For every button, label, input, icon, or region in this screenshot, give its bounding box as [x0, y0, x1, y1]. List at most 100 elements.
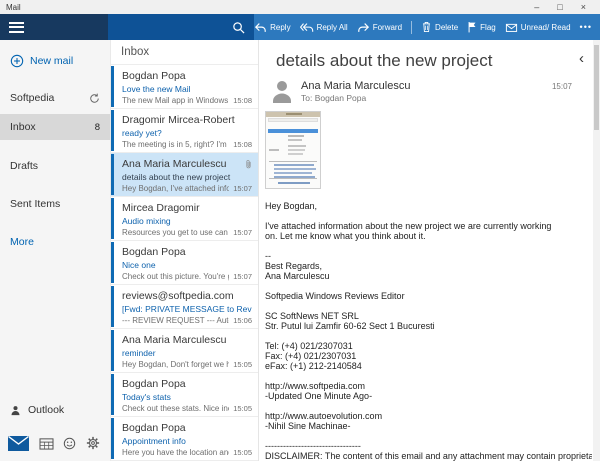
email-time: 15:07 [551, 82, 572, 91]
message-list-pane: Inbox Bogdan Popa Love the new Mail The … [110, 40, 258, 461]
body-line: http://www.softpedia.com [265, 381, 366, 391]
flag-icon [467, 21, 477, 33]
sidebar-item-more[interactable]: More [0, 230, 110, 254]
minimize-button[interactable]: – [534, 2, 539, 12]
unread-indicator [111, 242, 114, 283]
message-subject: ready yet? [122, 128, 162, 138]
message-list-item[interactable]: Bogdan Popa Appointment info Here you ha… [111, 417, 258, 461]
message-preview: Check out these stats. Nice increase tod… [122, 404, 229, 413]
new-mail-button[interactable]: New mail [0, 49, 110, 73]
message-time: 15:07 [233, 228, 252, 237]
toolbar-divider [411, 20, 413, 34]
outlook-account[interactable]: Outlook [0, 398, 110, 422]
message-sender: Mircea Dragomir [122, 202, 200, 214]
message-time: 15:07 [233, 272, 252, 281]
message-time: 15:08 [233, 140, 252, 149]
paperclip-icon [245, 159, 252, 170]
settings-gear-icon[interactable] [86, 436, 100, 450]
message-list: Bogdan Popa Love the new Mail The new Ma… [111, 65, 258, 461]
feedback-smiley-icon[interactable] [63, 437, 76, 450]
message-preview: The meeting is in 5, right? I'm already … [122, 140, 229, 149]
body-line [265, 401, 592, 411]
message-list-item[interactable]: Dragomir Mircea-Robert ready yet? The me… [111, 109, 258, 153]
sidebar-item-inbox[interactable]: Inbox 8 [0, 114, 110, 140]
message-sender: reviews@softpedia.com [122, 290, 234, 302]
message-subject: [Fwd: PRIVATE MESSAGE to Reviews from [122, 304, 252, 314]
body-line: Hey Bogdan, [265, 201, 318, 211]
sidebar-item-drafts[interactable]: Drafts [0, 154, 110, 178]
body-line [265, 241, 592, 251]
reply-all-button[interactable]: Reply All [299, 22, 348, 33]
message-list-item[interactable]: Ana Maria Marculescu reminder Hey Bogdan… [111, 329, 258, 373]
sync-icon[interactable] [89, 93, 100, 104]
reading-scrollbar[interactable] [593, 40, 600, 461]
body-line: SC SoftNews NET SRL [265, 311, 359, 321]
unread-read-button[interactable]: Unread/ Read [505, 22, 571, 33]
message-sender: Ana Maria Marculescu [122, 158, 227, 170]
email-body: Hey Bogdan, I've attached information ab… [259, 201, 600, 461]
message-list-item[interactable]: Ana Maria Marculescu details about the n… [111, 153, 258, 197]
body-line [265, 431, 592, 441]
message-subject: Appointment info [122, 436, 186, 446]
search-icon[interactable] [232, 21, 245, 34]
sidebar-item-sent-items[interactable]: Sent Items [0, 192, 110, 216]
nav-bar-section [0, 14, 109, 40]
message-sender: Bogdan Popa [122, 70, 186, 82]
message-list-item[interactable]: Bogdan Popa Today's stats Check out thes… [111, 373, 258, 417]
reply-icon [254, 22, 267, 33]
message-time: 15:05 [233, 448, 252, 457]
unread-indicator [111, 374, 114, 415]
message-preview: Here you have the location and the time … [122, 448, 229, 457]
unread-indicator [111, 286, 114, 327]
mail-app-icon[interactable] [8, 435, 29, 451]
message-sender: Bogdan Popa [122, 246, 186, 258]
flag-button[interactable]: Flag [467, 21, 496, 33]
account-softpedia[interactable]: Softpedia [0, 86, 110, 110]
window-title: Mail [6, 2, 21, 12]
reply-all-icon [299, 22, 314, 33]
message-list-item[interactable]: reviews@softpedia.com [Fwd: PRIVATE MESS… [111, 285, 258, 329]
sender-avatar [271, 80, 293, 103]
body-line: Tel: (+4) 021/2307031 [265, 341, 353, 351]
body-line: -Nihil Sine Machinae- [265, 421, 351, 431]
collapse-chevron-icon[interactable]: ‹ [579, 51, 584, 66]
message-time: 15:05 [233, 404, 252, 413]
forward-icon [357, 22, 370, 33]
message-time: 15:08 [233, 96, 252, 105]
message-subject: Today's stats [122, 392, 171, 402]
unread-indicator [111, 66, 114, 107]
hamburger-menu-icon[interactable] [9, 21, 24, 33]
command-bar: Reply Reply All Forward Delete Flag Unre… [0, 14, 600, 40]
message-preview: Check out this picture. You're gonna lov… [122, 272, 229, 281]
unread-indicator [111, 110, 114, 151]
attachment-preview[interactable] [265, 111, 321, 189]
plus-circle-icon [10, 54, 24, 68]
unread-envelope-icon [505, 22, 518, 33]
message-subject: Nice one [122, 260, 156, 270]
body-line: Ana Marculescu [265, 271, 330, 281]
body-line: -Updated One Minute Ago- [265, 391, 373, 401]
message-time: 15:07 [233, 184, 252, 193]
delete-button[interactable]: Delete [421, 21, 458, 33]
message-preview: Hey Bogdan, Don't forget we have a meet [122, 360, 229, 369]
message-list-item[interactable]: Bogdan Popa Love the new Mail The new Ma… [111, 65, 258, 109]
maximize-button[interactable]: □ [557, 2, 562, 12]
forward-button[interactable]: Forward [357, 22, 402, 33]
close-button[interactable]: × [581, 2, 586, 12]
body-line: -------------------------------- [265, 441, 361, 451]
more-options-icon[interactable]: ••• [580, 22, 592, 32]
reply-button[interactable]: Reply [254, 22, 291, 33]
unread-indicator [111, 154, 114, 195]
message-subject: details about the new project [122, 172, 231, 182]
message-subject: reminder [122, 348, 156, 358]
message-list-item[interactable]: Mircea Dragomir Audio mixing Resources y… [111, 197, 258, 241]
delete-icon [421, 21, 432, 33]
scrollbar-thumb[interactable] [594, 45, 599, 130]
message-time: 15:05 [233, 360, 252, 369]
message-sender: Bogdan Popa [122, 378, 186, 390]
body-line: Str. Putul lui Zamfir 60-62 Sect 1 Bucur… [265, 321, 435, 331]
body-line: eFax: (+1) 212-2140584 [265, 361, 362, 371]
message-list-item[interactable]: Bogdan Popa Nice one Check out this pict… [111, 241, 258, 285]
unread-indicator [111, 330, 114, 371]
calendar-icon[interactable] [39, 437, 54, 450]
